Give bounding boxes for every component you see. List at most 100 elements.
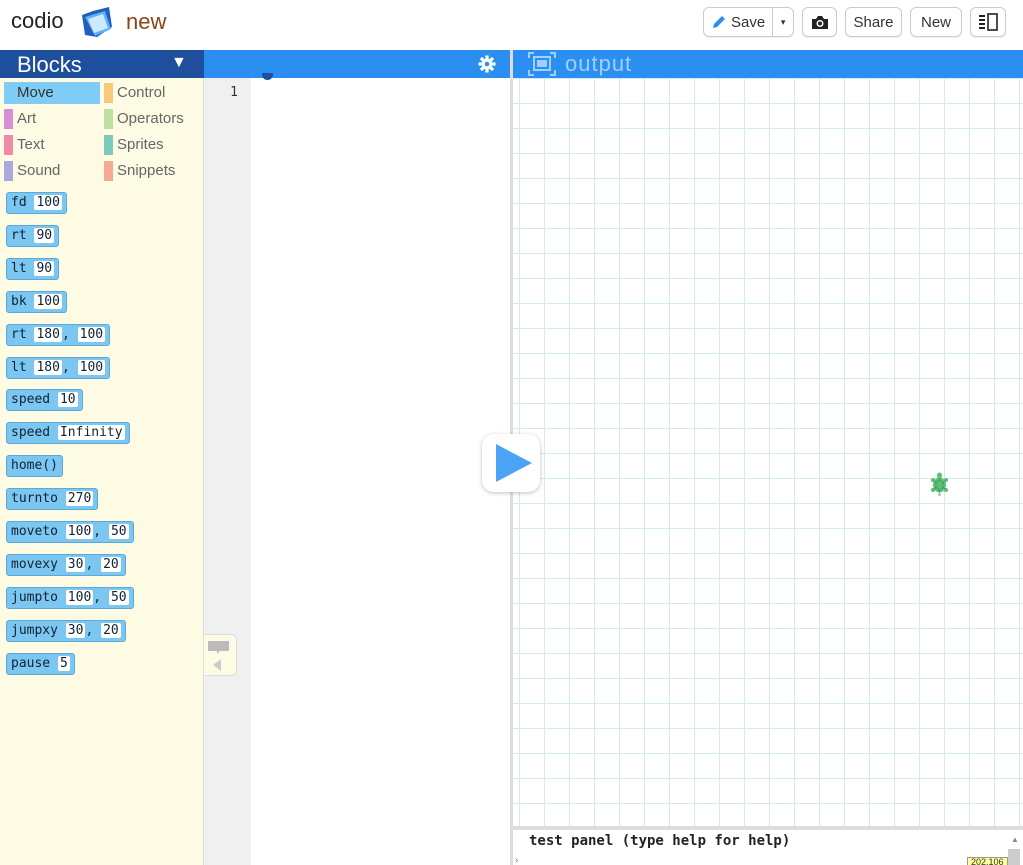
block-argument[interactable]: 100	[77, 360, 106, 375]
block-fd[interactable]: fd 100	[6, 192, 67, 214]
turtle-icon[interactable]	[929, 472, 950, 496]
blocks-title: Blocks	[17, 52, 82, 77]
category-label: Sprites	[117, 136, 164, 153]
block-argument[interactable]: 50	[108, 590, 129, 605]
block-argument[interactable]: 10	[57, 392, 78, 407]
category-label: Operators	[117, 110, 184, 127]
block-jumpxy[interactable]: jumpxy 30, 20	[6, 620, 126, 642]
save-dropdown-button[interactable]: ▾	[773, 8, 793, 36]
block-pause[interactable]: pause 5	[6, 653, 75, 675]
folder-icon[interactable]	[79, 5, 115, 39]
blocks-panel: Move Control Art Operators Text Sprites Sound S…	[0, 78, 204, 865]
block-command: fd	[11, 195, 27, 210]
save-button[interactable]: Save	[704, 8, 774, 36]
block-bk[interactable]: bk 100	[6, 291, 67, 313]
category-swatch	[104, 109, 113, 129]
code-editor[interactable]	[251, 78, 510, 865]
block-rt[interactable]: rt 180, 100	[6, 324, 111, 346]
category-swatch	[4, 83, 13, 103]
block-jumpto[interactable]: jumpto 100, 50	[6, 587, 134, 609]
block-command: pause	[11, 656, 51, 671]
block-command: rt	[11, 327, 27, 342]
block-argument[interactable]: 100	[34, 195, 62, 210]
run-button[interactable]	[482, 434, 540, 492]
block-command: moveto	[11, 524, 58, 539]
line-number-gutter	[204, 78, 251, 865]
category-label: Snippets	[117, 162, 176, 179]
block-rt[interactable]: rt 90	[6, 225, 60, 247]
category-text[interactable]: Text	[4, 134, 100, 156]
category-swatch	[4, 135, 13, 155]
speech-bubble-toggle[interactable]	[204, 634, 237, 676]
output-canvas[interactable]	[513, 78, 1023, 826]
category-art[interactable]: Art	[4, 108, 100, 130]
block-argument[interactable]: 100	[65, 590, 94, 605]
blocks-panel-header: Blocks ▼	[0, 50, 204, 78]
share-button[interactable]: Share	[845, 7, 902, 37]
block-command: rt	[11, 228, 27, 243]
pencil-icon	[713, 15, 725, 28]
save-label: Save	[731, 13, 766, 31]
category-label: Art	[17, 110, 37, 127]
block-argument[interactable]: 20	[101, 623, 121, 638]
block-turnto[interactable]: turnto 270	[6, 488, 99, 510]
layout-toggle-button[interactable]	[970, 7, 1006, 37]
block-argument[interactable]: 180	[34, 360, 62, 375]
block-lt[interactable]: lt 90	[6, 258, 60, 280]
block-argument[interactable]: 100	[65, 524, 94, 539]
category-move[interactable]: Move	[4, 82, 100, 104]
block-argument[interactable]: 30	[65, 623, 86, 638]
block-moveto[interactable]: moveto 100, 50	[6, 521, 134, 543]
project-name[interactable]: new	[126, 9, 166, 35]
category-swatch	[104, 83, 113, 103]
category-snippets[interactable]: Snippets	[104, 160, 200, 182]
category-sprites[interactable]: Sprites	[104, 134, 200, 156]
coordinate-readout: 202,106	[967, 857, 1008, 865]
line-number: 1	[230, 85, 238, 100]
block-command: jumpxy	[11, 623, 58, 638]
category-label: Text	[17, 136, 45, 153]
block-command: home()	[11, 458, 58, 473]
block-speed[interactable]: speed 10	[6, 389, 83, 411]
block-speed[interactable]: speed Infinity	[6, 422, 130, 444]
category-sound[interactable]: Sound	[4, 160, 100, 182]
new-button[interactable]: New	[910, 7, 962, 37]
category-swatch	[104, 161, 113, 181]
scroll-up-arrow[interactable]: ▲	[1011, 835, 1019, 844]
block-argument[interactable]: 30	[65, 557, 86, 572]
blocks-collapse-toggle[interactable]: ▼	[171, 54, 187, 72]
test-panel-scrollbar[interactable]	[1008, 849, 1020, 865]
block-argument[interactable]: 90	[34, 261, 55, 276]
block-argument[interactable]: 5	[57, 656, 70, 671]
block-command: jumpto	[11, 590, 58, 605]
block-argument[interactable]: 270	[65, 491, 94, 506]
output-frame-icon	[528, 52, 556, 76]
block-movexy[interactable]: movexy 30, 20	[6, 554, 126, 576]
category-swatch	[104, 135, 113, 155]
brand-logo[interactable]: codio	[11, 8, 64, 34]
block-argument[interactable]: 180	[34, 327, 62, 342]
category-label: Control	[117, 84, 166, 101]
block-home[interactable]: home()	[6, 455, 63, 477]
block-argument[interactable]: 50	[108, 524, 129, 539]
block-argument[interactable]: 90	[34, 228, 55, 243]
block-argument[interactable]: 20	[101, 557, 121, 572]
editor-header	[204, 50, 510, 78]
speech-bubble-icon	[208, 641, 229, 671]
block-argument[interactable]: Infinity	[57, 425, 125, 440]
block-command: speed	[11, 392, 51, 407]
category-control[interactable]: Control	[104, 82, 200, 104]
block-argument[interactable]: 100	[34, 294, 62, 309]
top-bar: codio new Save ▾ Share New	[0, 0, 1023, 50]
block-argument[interactable]: 100	[77, 327, 106, 342]
block-command: turnto	[11, 491, 58, 506]
camera-icon	[811, 15, 828, 29]
block-command: movexy	[11, 557, 58, 572]
screenshot-button[interactable]	[802, 7, 837, 37]
gear-icon[interactable]	[478, 55, 496, 73]
block-command: bk	[11, 294, 27, 309]
category-operators[interactable]: Operators	[104, 108, 200, 130]
block-lt[interactable]: lt 180, 100	[6, 357, 111, 379]
category-label: Sound	[17, 162, 61, 179]
output-title: output	[565, 51, 633, 76]
